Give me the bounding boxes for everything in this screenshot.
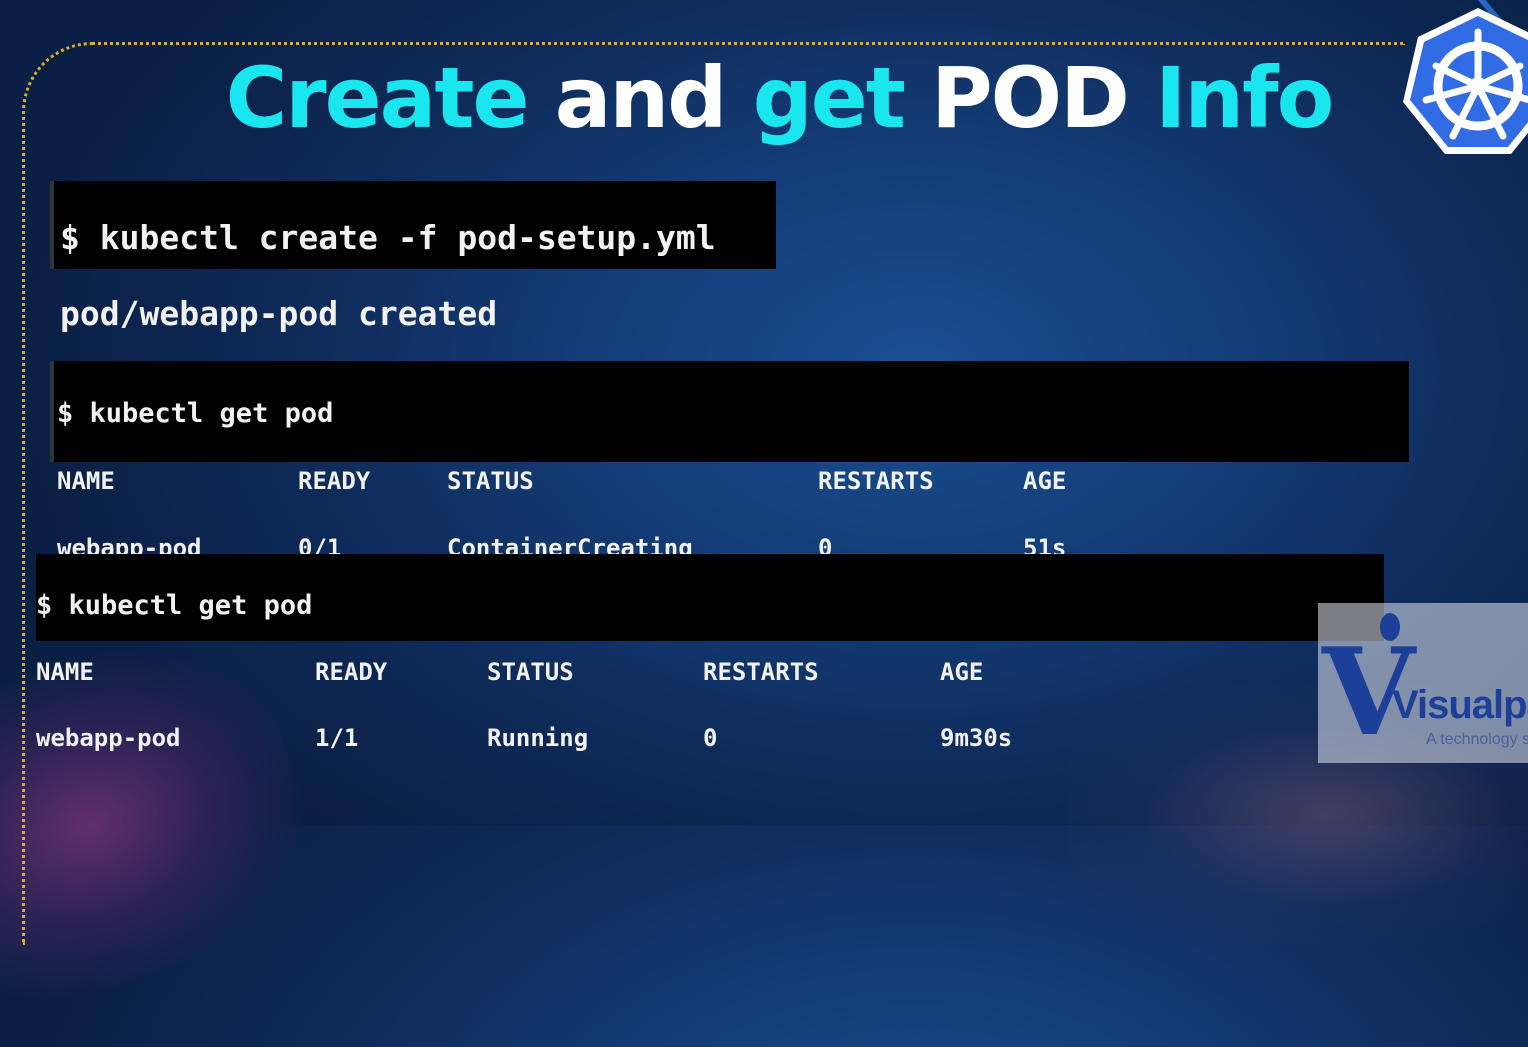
title-word: get [752,49,906,147]
cell-restarts: 0 [703,724,718,752]
table-header-row: NAME READY STATUS RESTARTS AGE [57,467,1409,496]
header-name: NAME [36,658,94,686]
cell-ready: 1/1 [315,724,359,752]
header-status: STATUS [487,658,574,686]
cell-name: webapp-pod [36,724,181,752]
header-ready: READY [315,658,388,686]
header-status: STATUS [447,467,534,495]
logo-name: Visualpa [1392,683,1528,727]
title-word: POD [931,49,1130,147]
title-word: Create [225,49,530,147]
header-ready: READY [298,467,371,495]
logo-tagline: A technology sc [1426,731,1528,748]
table-row: webapp-pod 1/1 Running 0 9m30s [36,724,1384,752]
title-word: and [554,49,728,147]
terminal-get-pod-running: $ kubectl get pod NAME READY STATUS REST… [36,554,1384,752]
header-restarts: RESTARTS [703,658,819,686]
header-name: NAME [57,467,115,495]
terminal-create-output: $ kubectl create -f pod-setup.yml pod/we… [50,181,776,333]
watermark-logo: V Visualpa A technology sc [1318,603,1528,763]
terminal-command: $ kubectl get pod [57,398,334,429]
terminal-get-pod-creating: $ kubectl get pod NAME READY STATUS REST… [50,361,1409,562]
header-restarts: RESTARTS [818,467,934,495]
terminal-line: $ kubectl create -f pod-setup.yml [60,218,716,257]
terminal-line: pod/webapp-pod created [60,294,498,333]
kubernetes-logo-icon [1403,8,1528,154]
title-word: Info [1155,49,1334,147]
slide-title: Create and get POD Info [0,48,1528,148]
header-age: AGE [940,658,984,686]
cell-status: Running [487,724,589,752]
table-header-row: NAME READY STATUS RESTARTS AGE [36,658,1384,686]
terminal-command: $ kubectl get pod [36,590,313,621]
header-age: AGE [1023,467,1067,495]
cell-age: 9m30s [940,724,1013,752]
